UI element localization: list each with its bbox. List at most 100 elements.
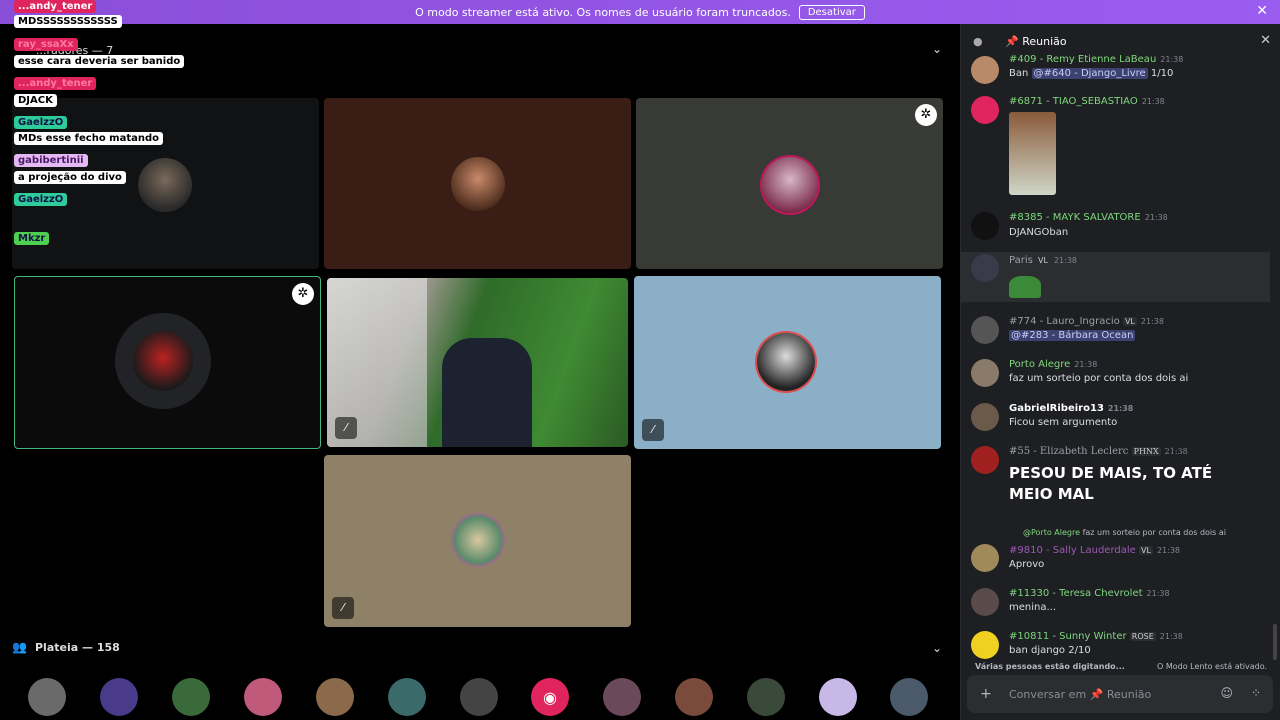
chat-scrollbar[interactable] (1273, 624, 1277, 660)
avatar (762, 157, 818, 213)
message-author[interactable]: #55 - Elizabeth Leclerc PHNX 21:38 (1009, 446, 1188, 457)
message-text: faz um sorteio por conta dos dois ai (1009, 373, 1189, 384)
text-chat-panel: ● 📌 Reunião ✕ #409 - Remy Etienne LaBeau… (960, 24, 1280, 720)
close-banner-icon[interactable]: ✕ (1256, 3, 1268, 19)
avatar[interactable] (971, 446, 999, 474)
overlay-message: a projeção do divo (14, 171, 126, 184)
audience-header[interactable]: 👥 Plateia — 158 ⌄ (12, 638, 942, 658)
avatar[interactable] (172, 678, 210, 716)
avatar[interactable] (819, 678, 857, 716)
message-text: @#283 - Bárbara Ocean (1009, 330, 1136, 341)
avatar[interactable] (316, 678, 354, 716)
avatar[interactable] (971, 254, 999, 282)
typing-indicator: Várias pessoas estão digitando... O Modo… (975, 662, 1267, 671)
discord-logo-icon[interactable] (971, 96, 999, 124)
message[interactable]: #11330 - Teresa Chevrolet 21:38 menina... (961, 586, 1271, 620)
avatar[interactable] (971, 212, 999, 240)
message[interactable]: #10811 - Sunny Winter ROSE 21:38 ban djan… (961, 629, 1271, 663)
attachment-image[interactable] (1009, 112, 1056, 195)
message[interactable]: #6871 - TIAO_SEBASTIAO 21:38 (961, 96, 1271, 201)
message-text: menina... (1009, 602, 1057, 613)
emoji-icon[interactable]: ☺ (1220, 686, 1233, 700)
overlay-username: Mkzr (14, 232, 50, 245)
mic-muted-icon: ⁄ (335, 417, 357, 439)
message-composer[interactable]: + Conversar em 📌 Reunião ☺ ⁘ (967, 675, 1273, 713)
message-author[interactable]: #409 - Remy Etienne LaBeau 21:38 (1009, 54, 1183, 65)
avatar (138, 158, 192, 212)
message-text: Aprovo (1009, 559, 1045, 570)
message[interactable]: #409 - Remy Etienne LaBeau 21:38 Ban @#64… (961, 54, 1271, 88)
message-author[interactable]: Paris VL 21:38 (1009, 255, 1077, 266)
message-text: PESOU DE MAIS, TO ATÉ MEIO MAL (1009, 464, 1213, 503)
reply-preview[interactable]: @Porto Alegre faz um sorteio por conta d… (1023, 528, 1226, 537)
avatar[interactable] (971, 316, 999, 344)
avatar[interactable] (890, 678, 928, 716)
add-attachment-icon[interactable]: + (980, 686, 992, 702)
avatar[interactable] (388, 678, 426, 716)
avatar[interactable] (971, 631, 999, 659)
speaker-tile-speaking[interactable]: ✲ (14, 276, 321, 449)
mic-muted-icon: ⁄ (332, 597, 354, 619)
speaker-tile[interactable]: ⁄ (634, 276, 941, 449)
avatar[interactable] (971, 359, 999, 387)
message-author[interactable]: #774 - Lauro_Ingracio VL 21:38 (1009, 316, 1164, 327)
avatar[interactable] (603, 678, 641, 716)
avatar[interactable] (971, 588, 999, 616)
avatar[interactable] (244, 678, 282, 716)
speaker-tile[interactable] (324, 98, 631, 269)
message-author[interactable]: #9810 - Sally Lauderdale VL 21:38 (1009, 545, 1180, 556)
overlay-username: ...andy_tener (14, 0, 97, 13)
overlay-username: ...andy_tener (14, 77, 97, 90)
discord-logo-icon[interactable]: ◉ (531, 678, 569, 716)
gear-icon[interactable]: ✲ (915, 104, 937, 126)
overlay-message: MDSSSSSSSSSSSS (14, 15, 122, 28)
composer-placeholder[interactable]: Conversar em 📌 Reunião (1009, 688, 1151, 701)
message-author[interactable]: #6871 - TIAO_SEBASTIAO 21:38 (1009, 96, 1165, 107)
message[interactable]: Porto Alegre 21:38 faz um sorteio por con… (961, 357, 1271, 391)
overlay-message: DJACK (14, 94, 57, 107)
chevron-down-icon[interactable]: ⌄ (932, 42, 942, 56)
avatar[interactable] (971, 544, 999, 572)
avatar[interactable] (971, 56, 999, 84)
overlay-username: GaelzzO (14, 116, 68, 129)
message[interactable]: #55 - Elizabeth Leclerc PHNX 21:38 PESOU … (961, 444, 1271, 514)
video-stream-tile[interactable]: ⁄ (327, 278, 628, 447)
banner-text: O modo streamer está ativo. Os nomes de … (415, 5, 791, 19)
avatar[interactable] (28, 678, 66, 716)
sticker-image[interactable] (1009, 276, 1041, 298)
message-author[interactable]: #11330 - Teresa Chevrolet 21:38 (1009, 588, 1170, 599)
message-text: DJANGOban (1009, 227, 1069, 238)
chevron-down-icon[interactable]: ⌄ (932, 641, 942, 655)
overlay-username: GaelzzO (14, 193, 68, 206)
avatar (451, 157, 505, 211)
message-hovered[interactable]: Paris VL 21:38 (961, 252, 1270, 302)
disable-streamer-button[interactable]: Desativar (798, 4, 865, 20)
overlay-message: esse cara deveria ser banido (14, 55, 185, 68)
message-author[interactable]: Porto Alegre 21:38 (1009, 359, 1097, 370)
apps-icon[interactable]: ⁘ (1251, 686, 1261, 700)
close-icon[interactable]: ✕ (1260, 33, 1271, 48)
avatar[interactable] (100, 678, 138, 716)
overlay-username: gabibertinii (14, 154, 88, 167)
message-author[interactable]: GabrielRibeiro13 21:38 (1009, 403, 1133, 414)
people-icon: 👥 (12, 640, 27, 654)
avatar[interactable] (460, 678, 498, 716)
message[interactable]: #8385 - MAYK SALVATORE 21:38 DJANGOban (961, 210, 1271, 244)
chat-header: ● 📌 Reunião ✕ (961, 24, 1280, 58)
avatar[interactable] (675, 678, 713, 716)
audience-label: Plateia — 158 (35, 641, 120, 654)
streamer-mode-banner: O modo streamer está ativo. Os nomes de … (0, 0, 1280, 24)
message-text: Ban @#640 - Django_Livre 1/10 (1009, 68, 1174, 79)
overlay-message: MDs esse fecho matando (14, 132, 164, 145)
message-author[interactable]: #8385 - MAYK SALVATORE 21:38 (1009, 212, 1168, 223)
avatar[interactable] (747, 678, 785, 716)
speaker-tile[interactable]: ⁄ (324, 455, 631, 627)
message[interactable]: #774 - Lauro_Ingracio VL 21:38 @#283 - Bá… (961, 314, 1271, 348)
avatar[interactable] (971, 403, 999, 431)
message-reply[interactable]: @Porto Alegre faz um sorteio por conta d… (961, 528, 1271, 576)
speaker-tile[interactable]: ✲ (636, 98, 943, 269)
streamer-figure (442, 338, 532, 447)
message-author[interactable]: #10811 - Sunny Winter ROSE 21:38 (1009, 631, 1183, 642)
message[interactable]: GabrielRibeiro13 21:38 Ficou sem argument… (961, 401, 1271, 435)
gear-icon[interactable]: ✲ (292, 283, 314, 305)
